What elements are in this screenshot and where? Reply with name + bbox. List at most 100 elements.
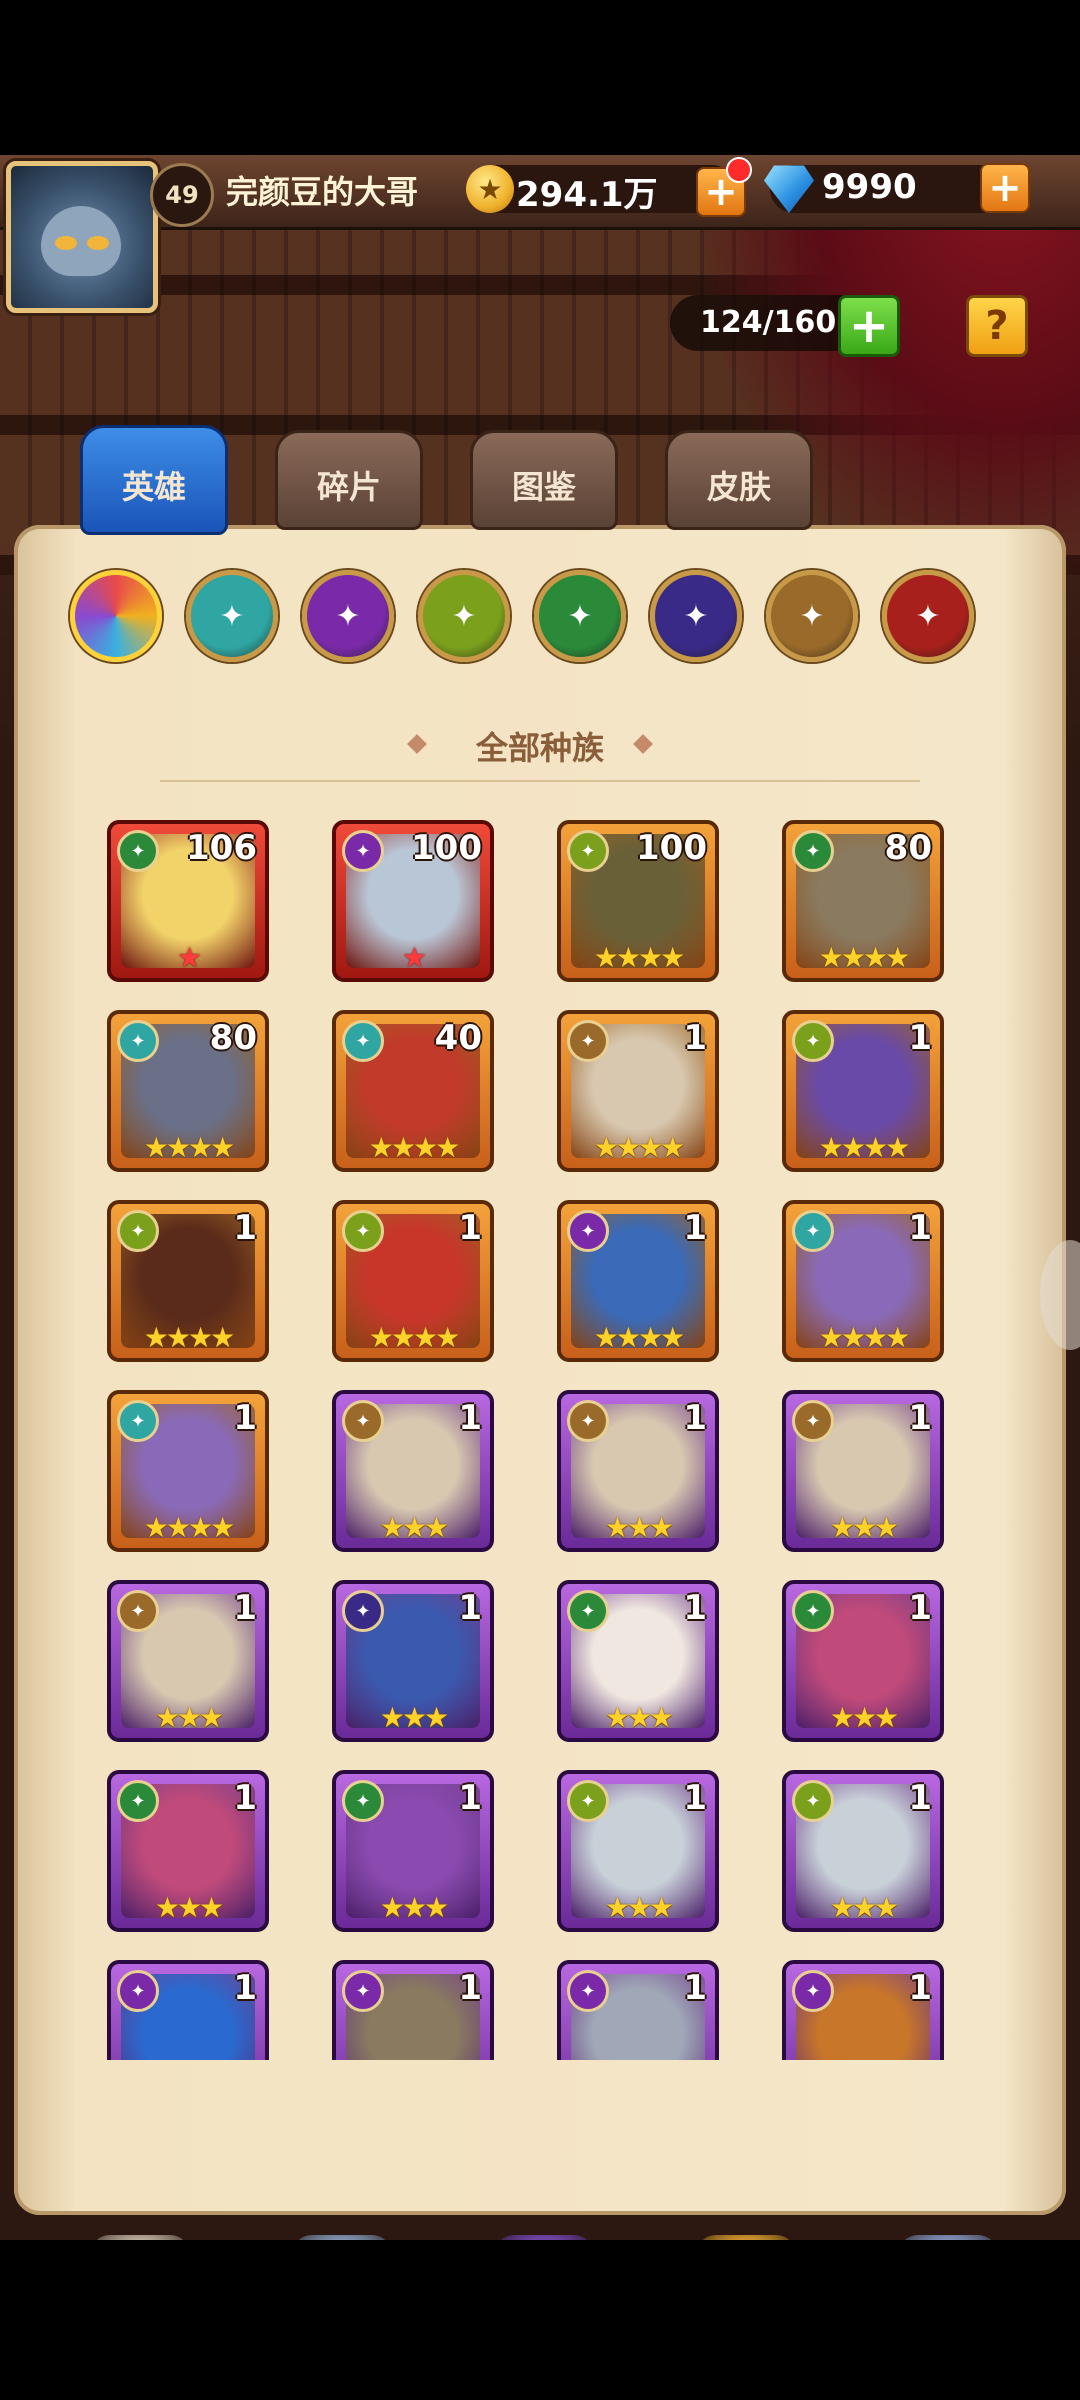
water-faction-icon: ✦ bbox=[792, 1210, 834, 1252]
water-icon: ✦ bbox=[219, 598, 245, 634]
hero-stars: ★★★ bbox=[604, 1891, 674, 1924]
hero-level: 1 bbox=[233, 1588, 257, 1628]
tab-skins[interactable]: 皮肤 bbox=[665, 430, 813, 530]
hero-card[interactable]: ✦ 1 ★★★★ bbox=[782, 1010, 944, 1172]
light-icon: ✦ bbox=[799, 598, 825, 634]
hero-card[interactable]: ✦ 1 ★★★ bbox=[557, 1390, 719, 1552]
hero-stars: ★★★★ bbox=[593, 1321, 685, 1354]
hero-stars: ★★★★ bbox=[818, 941, 910, 974]
hero-card[interactable]: ✦ 106 ★ bbox=[107, 820, 269, 982]
nature-faction-icon: ✦ bbox=[567, 1590, 609, 1632]
hero-card[interactable]: ✦ 40 ★★★★ bbox=[332, 1010, 494, 1172]
water-faction-icon: ✦ bbox=[342, 1020, 384, 1062]
hero-card[interactable]: ✦ 1 ★★★★ bbox=[557, 1200, 719, 1362]
race-filter-fire[interactable]: ✦ bbox=[882, 570, 974, 662]
hero-card[interactable]: ✦ 1 ★★★ bbox=[782, 1770, 944, 1932]
race-filter-water[interactable]: ✦ bbox=[186, 570, 278, 662]
race-filter-arcane[interactable]: ✦ bbox=[302, 570, 394, 662]
add-gem-button[interactable]: + bbox=[980, 163, 1030, 213]
hero-card[interactable]: ✦ 1 ★★★★ bbox=[332, 1200, 494, 1362]
hero-card[interactable]: ✦ 1 ★★★ bbox=[107, 1770, 269, 1932]
arcane-icon: ✦ bbox=[335, 598, 361, 634]
tab-heroes[interactable]: 英雄 bbox=[80, 425, 228, 535]
race-filter-bar: ✦ ✦ ✦ ✦ ✦ ✦ ✦ bbox=[60, 570, 1020, 670]
hero-stars: ★★★ bbox=[154, 1701, 224, 1734]
hero-stars: ★★★★ bbox=[818, 1131, 910, 1164]
section-title: 全部种族 bbox=[475, 729, 604, 767]
hero-card[interactable]: ✦ 1 ★★★★ bbox=[107, 1390, 269, 1552]
guild-icon bbox=[898, 2235, 998, 2240]
hero-level: 1 bbox=[458, 1778, 482, 1818]
hero-card[interactable]: ✦ 100 ★ bbox=[332, 820, 494, 982]
earth-icon: ✦ bbox=[451, 598, 477, 634]
hero-level: 1 bbox=[908, 1968, 932, 2008]
hero-level: 1 bbox=[683, 1018, 707, 1058]
hero-stars: ★★★ bbox=[829, 1701, 899, 1734]
hero-level: 1 bbox=[683, 1588, 707, 1628]
hero-card[interactable]: ✦ 80 ★★★★ bbox=[782, 820, 944, 982]
hero-card[interactable]: ✦ 1 ★★★ bbox=[332, 1770, 494, 1932]
hero-card[interactable]: ✦ 1 bbox=[107, 1960, 269, 2060]
hero-card[interactable]: ✦ 1 bbox=[332, 1960, 494, 2060]
nature-faction-icon: ✦ bbox=[117, 1780, 159, 1822]
gem-amount: 9990 bbox=[822, 167, 917, 207]
nav-backpack[interactable]: 背包 bbox=[661, 2235, 831, 2240]
hero-card[interactable]: ✦ 100 ★★★★ bbox=[557, 820, 719, 982]
tab-codex[interactable]: 图鉴 bbox=[470, 430, 618, 530]
water-faction-icon: ✦ bbox=[117, 1020, 159, 1062]
fire-icon: ✦ bbox=[915, 598, 941, 634]
hero-card[interactable]: ✦ 1 ★★★ bbox=[107, 1580, 269, 1742]
hero-card[interactable]: ✦ 80 ★★★★ bbox=[107, 1010, 269, 1172]
hero-level: 1 bbox=[683, 1208, 707, 1248]
earth-faction-icon: ✦ bbox=[567, 830, 609, 872]
arcane-faction-icon: ✦ bbox=[342, 830, 384, 872]
hero-card[interactable]: ✦ 1 ★★★ bbox=[782, 1580, 944, 1742]
hero-stars: ★★★ bbox=[154, 1891, 224, 1924]
nature-faction-icon: ✦ bbox=[792, 1590, 834, 1632]
nature-faction-icon: ✦ bbox=[117, 830, 159, 872]
hero-card[interactable]: ✦ 1 bbox=[782, 1960, 944, 2060]
hero-card[interactable]: ✦ 1 ★★★ bbox=[782, 1390, 944, 1552]
nav-guild[interactable]: 公会 bbox=[863, 2235, 1033, 2240]
hero-level: 1 bbox=[908, 1778, 932, 1818]
earth-faction-icon: ✦ bbox=[792, 1780, 834, 1822]
earth-faction-icon: ✦ bbox=[792, 1020, 834, 1062]
player-avatar[interactable] bbox=[6, 161, 158, 313]
arcane-faction-icon: ✦ bbox=[567, 1970, 609, 2012]
hero-card[interactable]: ✦ 1 ★★★ bbox=[557, 1770, 719, 1932]
hero-card[interactable]: ✦ 1 ★★★★ bbox=[782, 1200, 944, 1362]
portal-icon bbox=[494, 2235, 594, 2240]
hero-stars: ★ bbox=[401, 941, 427, 974]
hero-icon bbox=[292, 2235, 392, 2240]
hero-stars: ★★★ bbox=[604, 1701, 674, 1734]
race-filter-nature[interactable]: ✦ bbox=[534, 570, 626, 662]
race-filter-all-races[interactable] bbox=[70, 570, 162, 662]
hero-card[interactable]: ✦ 1 ★★★ bbox=[332, 1390, 494, 1552]
expand-capacity-button[interactable]: + bbox=[838, 295, 900, 357]
nav-hero[interactable]: 英雄 bbox=[257, 2235, 427, 2240]
nature-faction-icon: ✦ bbox=[342, 1780, 384, 1822]
arcane-faction-icon: ✦ bbox=[792, 1970, 834, 2012]
race-filter-light[interactable]: ✦ bbox=[766, 570, 858, 662]
hero-stars: ★★★★ bbox=[818, 1321, 910, 1354]
hero-level: 1 bbox=[683, 1968, 707, 2008]
hero-card[interactable]: ✦ 1 ★★★ bbox=[332, 1580, 494, 1742]
race-filter-earth[interactable]: ✦ bbox=[418, 570, 510, 662]
hero-card[interactable]: ✦ 1 bbox=[557, 1960, 719, 2060]
hero-stars: ★★★ bbox=[379, 1511, 449, 1544]
nav-portal[interactable]: 探险 bbox=[459, 2235, 629, 2240]
nav-castle[interactable]: 主城 bbox=[55, 2235, 225, 2240]
hero-grid: ✦ 106 ★ ✦ 100 ★ ✦ 100 ★★★★ ✦ 80 ★★★★ ✦ 80 ★★★★ ✦ 40 ★★★★ ✦… bbox=[90, 820, 990, 2060]
hero-stars: ★★★★ bbox=[368, 1321, 460, 1354]
light-faction-icon: ✦ bbox=[567, 1020, 609, 1062]
hero-card[interactable]: ✦ 1 ★★★★ bbox=[107, 1200, 269, 1362]
hero-card[interactable]: ✦ 1 ★★★★ bbox=[557, 1010, 719, 1172]
tab-fragments[interactable]: 碎片 bbox=[275, 430, 423, 530]
earth-faction-icon: ✦ bbox=[117, 1210, 159, 1252]
race-filter-shadow[interactable]: ✦ bbox=[650, 570, 742, 662]
earth-faction-icon: ✦ bbox=[342, 1210, 384, 1252]
nature-icon: ✦ bbox=[567, 598, 593, 634]
player-level-badge: 49 bbox=[150, 163, 214, 227]
hero-card[interactable]: ✦ 1 ★★★ bbox=[557, 1580, 719, 1742]
help-button[interactable]: ? bbox=[966, 295, 1028, 357]
